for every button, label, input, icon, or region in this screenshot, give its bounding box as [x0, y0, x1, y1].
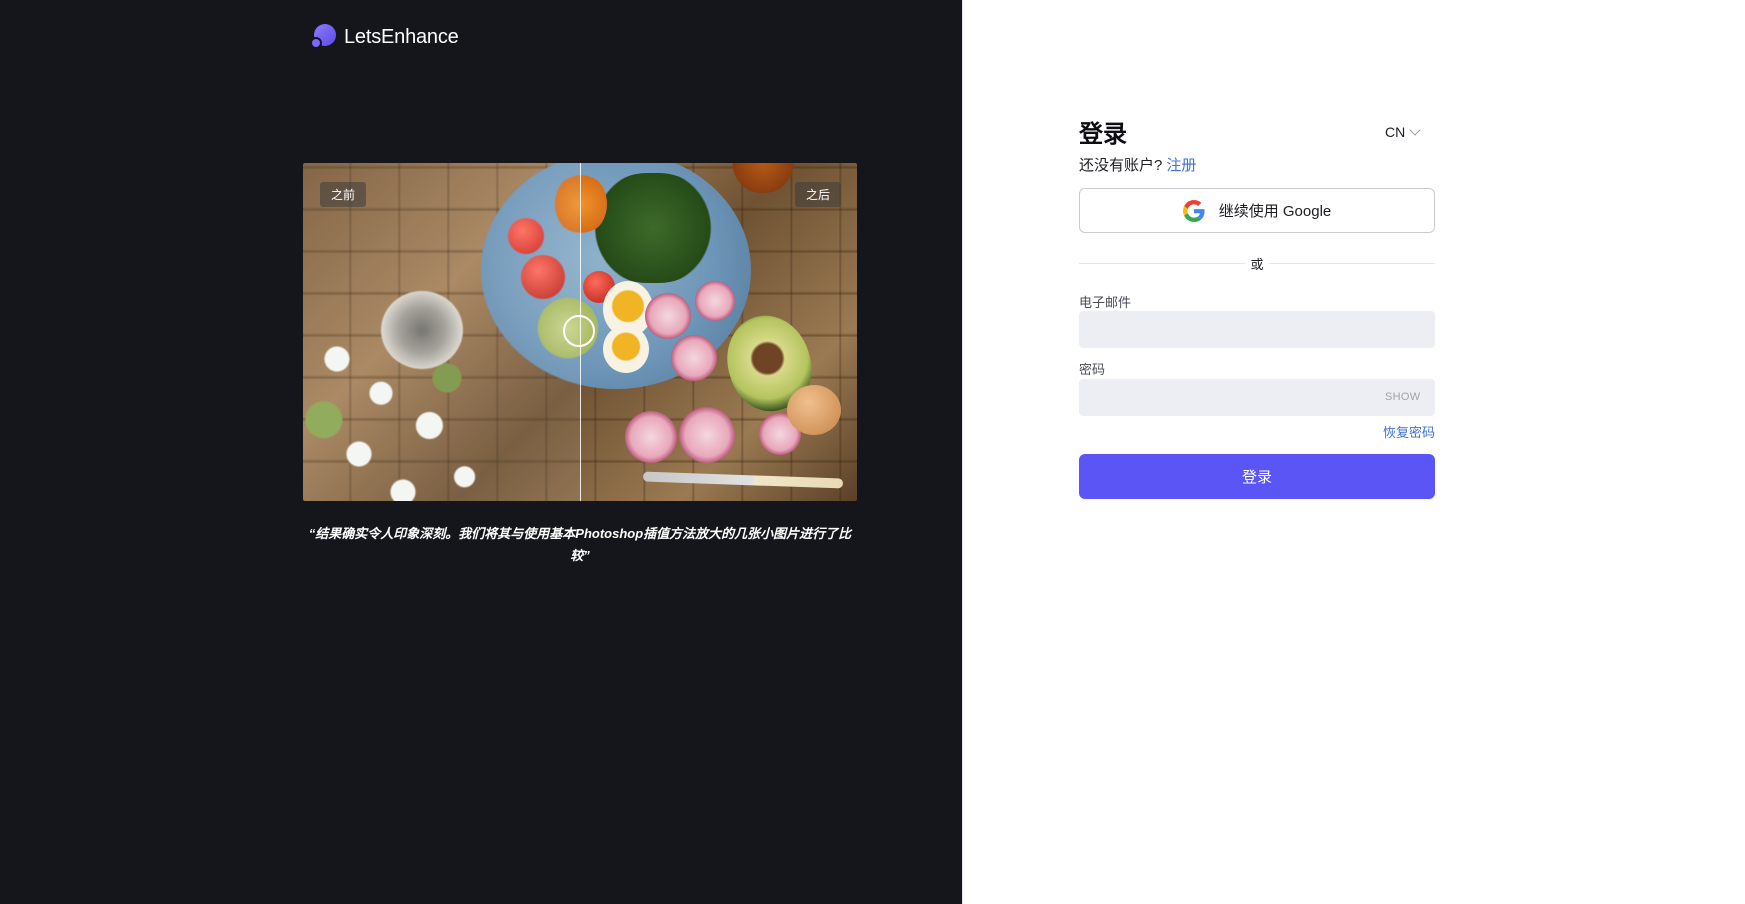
before-side-overlay: [303, 163, 581, 501]
google-signin-button[interactable]: 继续使用 Google: [1079, 188, 1435, 233]
email-label: 电子邮件: [1079, 295, 1132, 310]
password-field[interactable]: [1079, 379, 1435, 416]
google-icon: [1182, 199, 1205, 222]
testimonial-quote: “结果确实令人印象深刻。我们将其与使用基本Photoshop插值方法放大的几张小…: [308, 526, 852, 563]
email-field[interactable]: [1079, 311, 1435, 348]
login-button[interactable]: 登录: [1079, 454, 1435, 499]
google-button-label: 继续使用 Google: [1218, 203, 1332, 220]
logo-icon: [310, 24, 336, 50]
language-selector[interactable]: CN: [1385, 123, 1421, 140]
signup-link[interactable]: 注册: [1166, 157, 1196, 174]
brand-logo[interactable]: LetsEnhance: [310, 24, 459, 50]
language-value: CN: [1385, 124, 1406, 140]
before-after-comparison[interactable]: 之前 之后: [303, 163, 857, 501]
password-label: 密码: [1079, 362, 1106, 377]
show-password-button[interactable]: SHOW: [1385, 391, 1420, 403]
recover-password-link[interactable]: 恢复密码: [1383, 422, 1435, 441]
left-panel: LetsEnhance 之前 之后 “结果确实令人印象深刻。我们将其与使用基本P…: [0, 0, 962, 904]
no-account-text: 还没有账户?: [1079, 157, 1163, 174]
or-separator: 或: [1079, 254, 1435, 272]
comparison-slider-handle[interactable]: [563, 315, 595, 347]
after-label: 之后: [794, 182, 841, 207]
login-button-label: 登录: [1241, 469, 1272, 486]
page-title: 登录: [1079, 121, 1127, 148]
signup-prompt: 还没有账户? 注册: [1079, 154, 1196, 175]
chevron-down-icon: [1409, 123, 1421, 136]
before-label: 之前: [320, 182, 367, 207]
or-text: 或: [1250, 257, 1264, 272]
brand-name: LetsEnhance: [344, 25, 459, 48]
